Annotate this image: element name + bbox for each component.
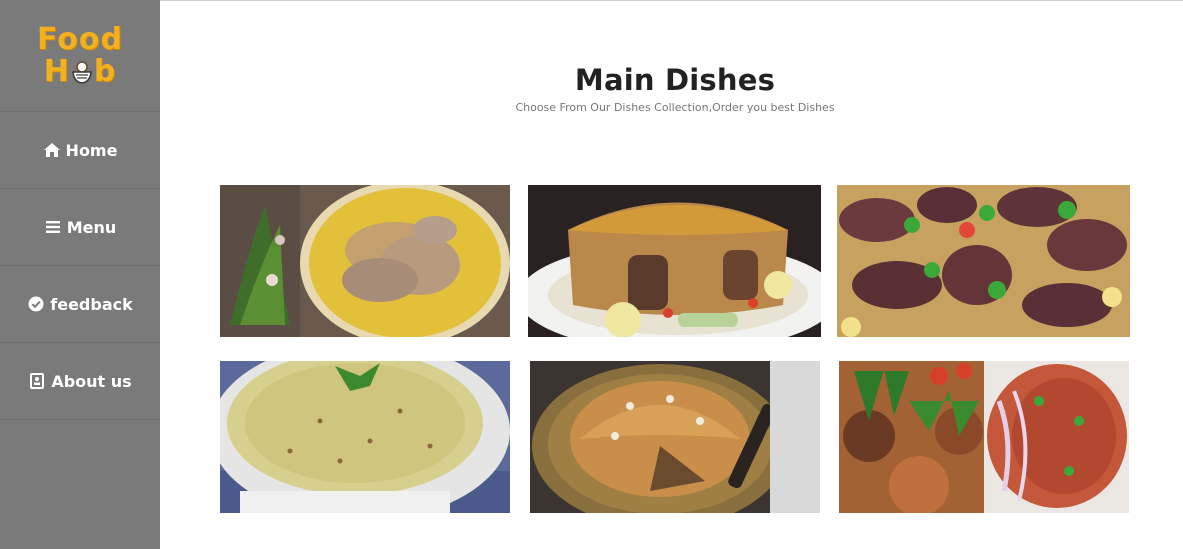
check-circle-icon bbox=[27, 295, 45, 313]
main-content: Main Dishes Choose From Our Dishes Colle… bbox=[160, 1, 1183, 549]
sidebar: Food H b Home Menu feedback About us bbox=[0, 0, 160, 549]
maqluba-photo[interactable] bbox=[528, 185, 821, 337]
sidebar-item-label: Home bbox=[65, 140, 118, 160]
sidebar-item-menu[interactable]: Menu bbox=[0, 189, 160, 266]
page-title: Main Dishes bbox=[574, 63, 776, 97]
sidebar-item-about[interactable]: About us bbox=[0, 343, 160, 420]
logo-letter-h: H bbox=[43, 53, 70, 89]
id-card-icon bbox=[28, 372, 46, 390]
lentil-soup-photo[interactable] bbox=[220, 361, 510, 513]
bowl-icon bbox=[71, 59, 93, 85]
sidebar-item-label: feedback bbox=[50, 294, 133, 314]
logo-line-1: Food bbox=[37, 21, 123, 57]
food-hub-logo[interactable]: Food H b bbox=[0, 0, 160, 112]
lamb-kabsa-photo[interactable] bbox=[837, 185, 1130, 337]
kibbeh-salad-photo[interactable] bbox=[839, 361, 1129, 513]
sidebar-item-label: About us bbox=[51, 371, 132, 391]
sidebar-item-feedback[interactable]: feedback bbox=[0, 266, 160, 343]
logo-letter-b: b bbox=[93, 53, 117, 89]
home-icon bbox=[43, 141, 61, 159]
mansaf-rice-lamb-photo[interactable] bbox=[220, 185, 510, 337]
page-subtitle: Choose From Our Dishes Collection,Order … bbox=[515, 101, 835, 114]
sidebar-item-label: Menu bbox=[66, 217, 117, 237]
logo-word-food: Food bbox=[37, 21, 123, 57]
pastry-pie-photo[interactable] bbox=[530, 361, 820, 513]
sidebar-item-home[interactable]: Home bbox=[0, 112, 160, 189]
page: Food H b Home Menu feedback About us Mai… bbox=[0, 0, 1183, 549]
logo-line-2: H b bbox=[43, 53, 117, 89]
bars-icon bbox=[44, 218, 62, 236]
